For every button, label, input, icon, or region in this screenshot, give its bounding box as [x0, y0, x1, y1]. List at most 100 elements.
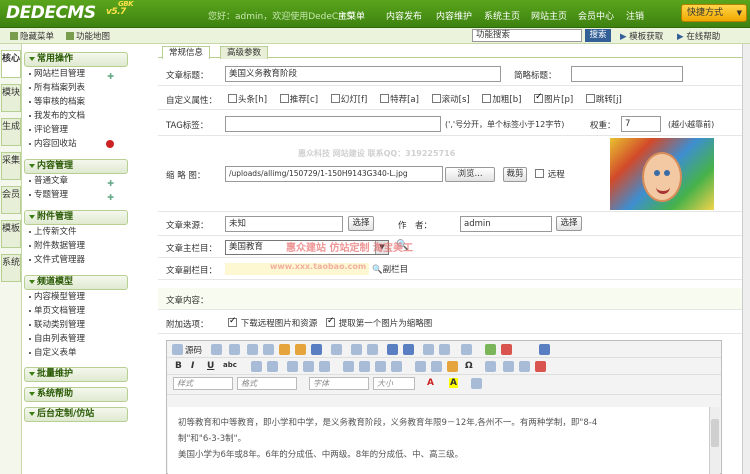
add-icon[interactable]: ✚: [107, 191, 114, 205]
first-thumb-option[interactable]: 提取第一个图片为缩略图: [326, 316, 432, 329]
source-button[interactable]: 源码: [185, 344, 202, 356]
tag-input[interactable]: [225, 116, 441, 132]
underline-icon[interactable]: U: [207, 361, 214, 371]
source-icon[interactable]: [172, 344, 183, 355]
nav-main-menu[interactable]: 主菜单: [338, 9, 386, 22]
menu-item-article[interactable]: 普通文章 ✚: [24, 174, 128, 188]
find-icon[interactable]: [387, 344, 398, 355]
author-input[interactable]: admin: [460, 216, 552, 232]
replace-icon[interactable]: [403, 344, 414, 355]
save-icon[interactable]: [211, 344, 222, 355]
new-page-icon[interactable]: [229, 344, 240, 355]
align-center-icon[interactable]: [359, 361, 370, 372]
function-search-input[interactable]: 功能搜索: [472, 29, 582, 42]
nav-member-center[interactable]: 会员中心: [578, 9, 626, 22]
crop-button[interactable]: 裁剪: [503, 167, 527, 182]
menu-item-custom-form[interactable]: 自定义表单: [24, 346, 128, 360]
paste-icon[interactable]: [279, 344, 290, 355]
redo-icon[interactable]: [367, 344, 378, 355]
tab-advanced[interactable]: 高级参数: [220, 46, 269, 59]
vtab-member[interactable]: 会员: [1, 186, 21, 214]
attr-jump[interactable]: 跳转[j]: [585, 94, 627, 105]
bold-icon[interactable]: B: [175, 361, 182, 371]
nav-maintain[interactable]: 内容维护: [436, 9, 484, 22]
table-icon[interactable]: [415, 361, 426, 372]
vtab-template[interactable]: 模板: [1, 220, 21, 248]
checkbox[interactable]: [279, 94, 289, 103]
checkbox[interactable]: [431, 94, 441, 103]
align-left-icon[interactable]: [343, 361, 354, 372]
anchor-icon[interactable]: [535, 361, 546, 372]
checkbox[interactable]: [380, 94, 390, 103]
weight-input[interactable]: 7: [621, 116, 661, 132]
menu-section-channel[interactable]: 频道模型: [24, 275, 128, 290]
style-select[interactable]: 样式: [173, 377, 233, 390]
vtab-system[interactable]: 系统: [1, 254, 21, 282]
undo-icon[interactable]: [351, 344, 362, 355]
strike-icon[interactable]: abc: [223, 361, 237, 369]
format-select[interactable]: 格式: [237, 377, 297, 390]
menu-item-linkage[interactable]: 联动类别管理: [24, 318, 128, 332]
menu-section-help[interactable]: 系统帮助: [24, 387, 128, 402]
page-scrollbar[interactable]: [742, 44, 750, 474]
nav-site-home[interactable]: 网站主页: [531, 9, 578, 22]
function-map-button[interactable]: 功能地图: [66, 30, 110, 42]
checkbox[interactable]: [535, 169, 544, 178]
checkbox-checked[interactable]: [534, 92, 544, 103]
blockquote-icon[interactable]: [319, 361, 330, 372]
attr-picture[interactable]: 图片[p]: [534, 92, 578, 105]
attr-recommend[interactable]: 推荐[c]: [279, 94, 323, 105]
flash-icon[interactable]: [501, 344, 512, 355]
remove-format-icon[interactable]: [439, 344, 450, 355]
menu-section-content[interactable]: 内容管理: [24, 159, 128, 174]
menu-item-free-list[interactable]: 自由列表管理: [24, 332, 128, 346]
title-input[interactable]: 美国义务教育阶段: [225, 66, 501, 82]
menu-item-recycle[interactable]: 内容回收站: [24, 137, 128, 151]
copy-icon[interactable]: [263, 344, 274, 355]
select-all-icon[interactable]: [423, 344, 434, 355]
checkbox[interactable]: [482, 94, 492, 103]
smiley-icon[interactable]: [447, 361, 458, 372]
online-help-link[interactable]: ▶ 在线帮助: [677, 30, 720, 42]
unlink-icon[interactable]: [519, 361, 530, 372]
menu-section-batch[interactable]: 批量维护: [24, 367, 128, 382]
align-right-icon[interactable]: [375, 361, 386, 372]
menu-section-custom[interactable]: 后台定制/仿站: [24, 407, 128, 422]
vtab-module[interactable]: 模块: [1, 84, 21, 112]
vtab-collect[interactable]: 采集: [1, 152, 21, 180]
form-icon[interactable]: [461, 344, 472, 355]
attr-scroll[interactable]: 滚动[s]: [431, 94, 475, 105]
menu-item-pending-docs[interactable]: 等审核的档案: [24, 95, 128, 109]
editor-scrollbar[interactable]: [709, 407, 720, 474]
menu-item-my-docs[interactable]: 我发布的文档: [24, 109, 128, 123]
text-color-icon[interactable]: A: [427, 378, 434, 388]
attr-slide[interactable]: 幻灯[f]: [330, 94, 373, 105]
bg-color-icon[interactable]: A: [449, 378, 458, 388]
menu-item-all-docs[interactable]: 所有档案列表: [24, 81, 128, 95]
download-remote-option[interactable]: 下载远程图片和资源: [228, 316, 317, 329]
attr-bold[interactable]: 加粗[b]: [482, 94, 526, 105]
checkbox[interactable]: [228, 94, 237, 103]
cut-icon[interactable]: [247, 344, 258, 355]
size-select[interactable]: 大小: [373, 377, 415, 390]
indent-icon[interactable]: [303, 361, 314, 372]
editor-content-area[interactable]: 初等教育和中等教育，即小学和中学，是义务教育阶段，义务教育年限9－12年,各州不…: [168, 407, 709, 474]
image-icon[interactable]: [485, 344, 496, 355]
maximize-icon[interactable]: [539, 344, 550, 355]
attr-special[interactable]: 特荐[a]: [380, 94, 424, 105]
vtab-core[interactable]: 核心: [1, 50, 21, 78]
tab-basic[interactable]: 常规信息: [162, 46, 211, 59]
nav-logout[interactable]: 注销: [626, 9, 656, 22]
checkbox[interactable]: [330, 94, 340, 103]
hr-icon[interactable]: [431, 361, 442, 372]
nav-system-home[interactable]: 系统主页: [484, 9, 531, 22]
menu-section-common[interactable]: 常用操作: [24, 52, 128, 67]
remote-option[interactable]: 远程: [535, 168, 565, 180]
vtab-generate[interactable]: 生成: [1, 118, 21, 146]
print-icon[interactable]: [331, 344, 342, 355]
checkbox-checked[interactable]: [326, 316, 335, 327]
unordered-list-icon[interactable]: [267, 361, 278, 372]
source-select-button[interactable]: 选择: [348, 216, 374, 231]
link-icon[interactable]: [503, 361, 514, 372]
attr-headline[interactable]: 头条[h]: [228, 94, 272, 105]
